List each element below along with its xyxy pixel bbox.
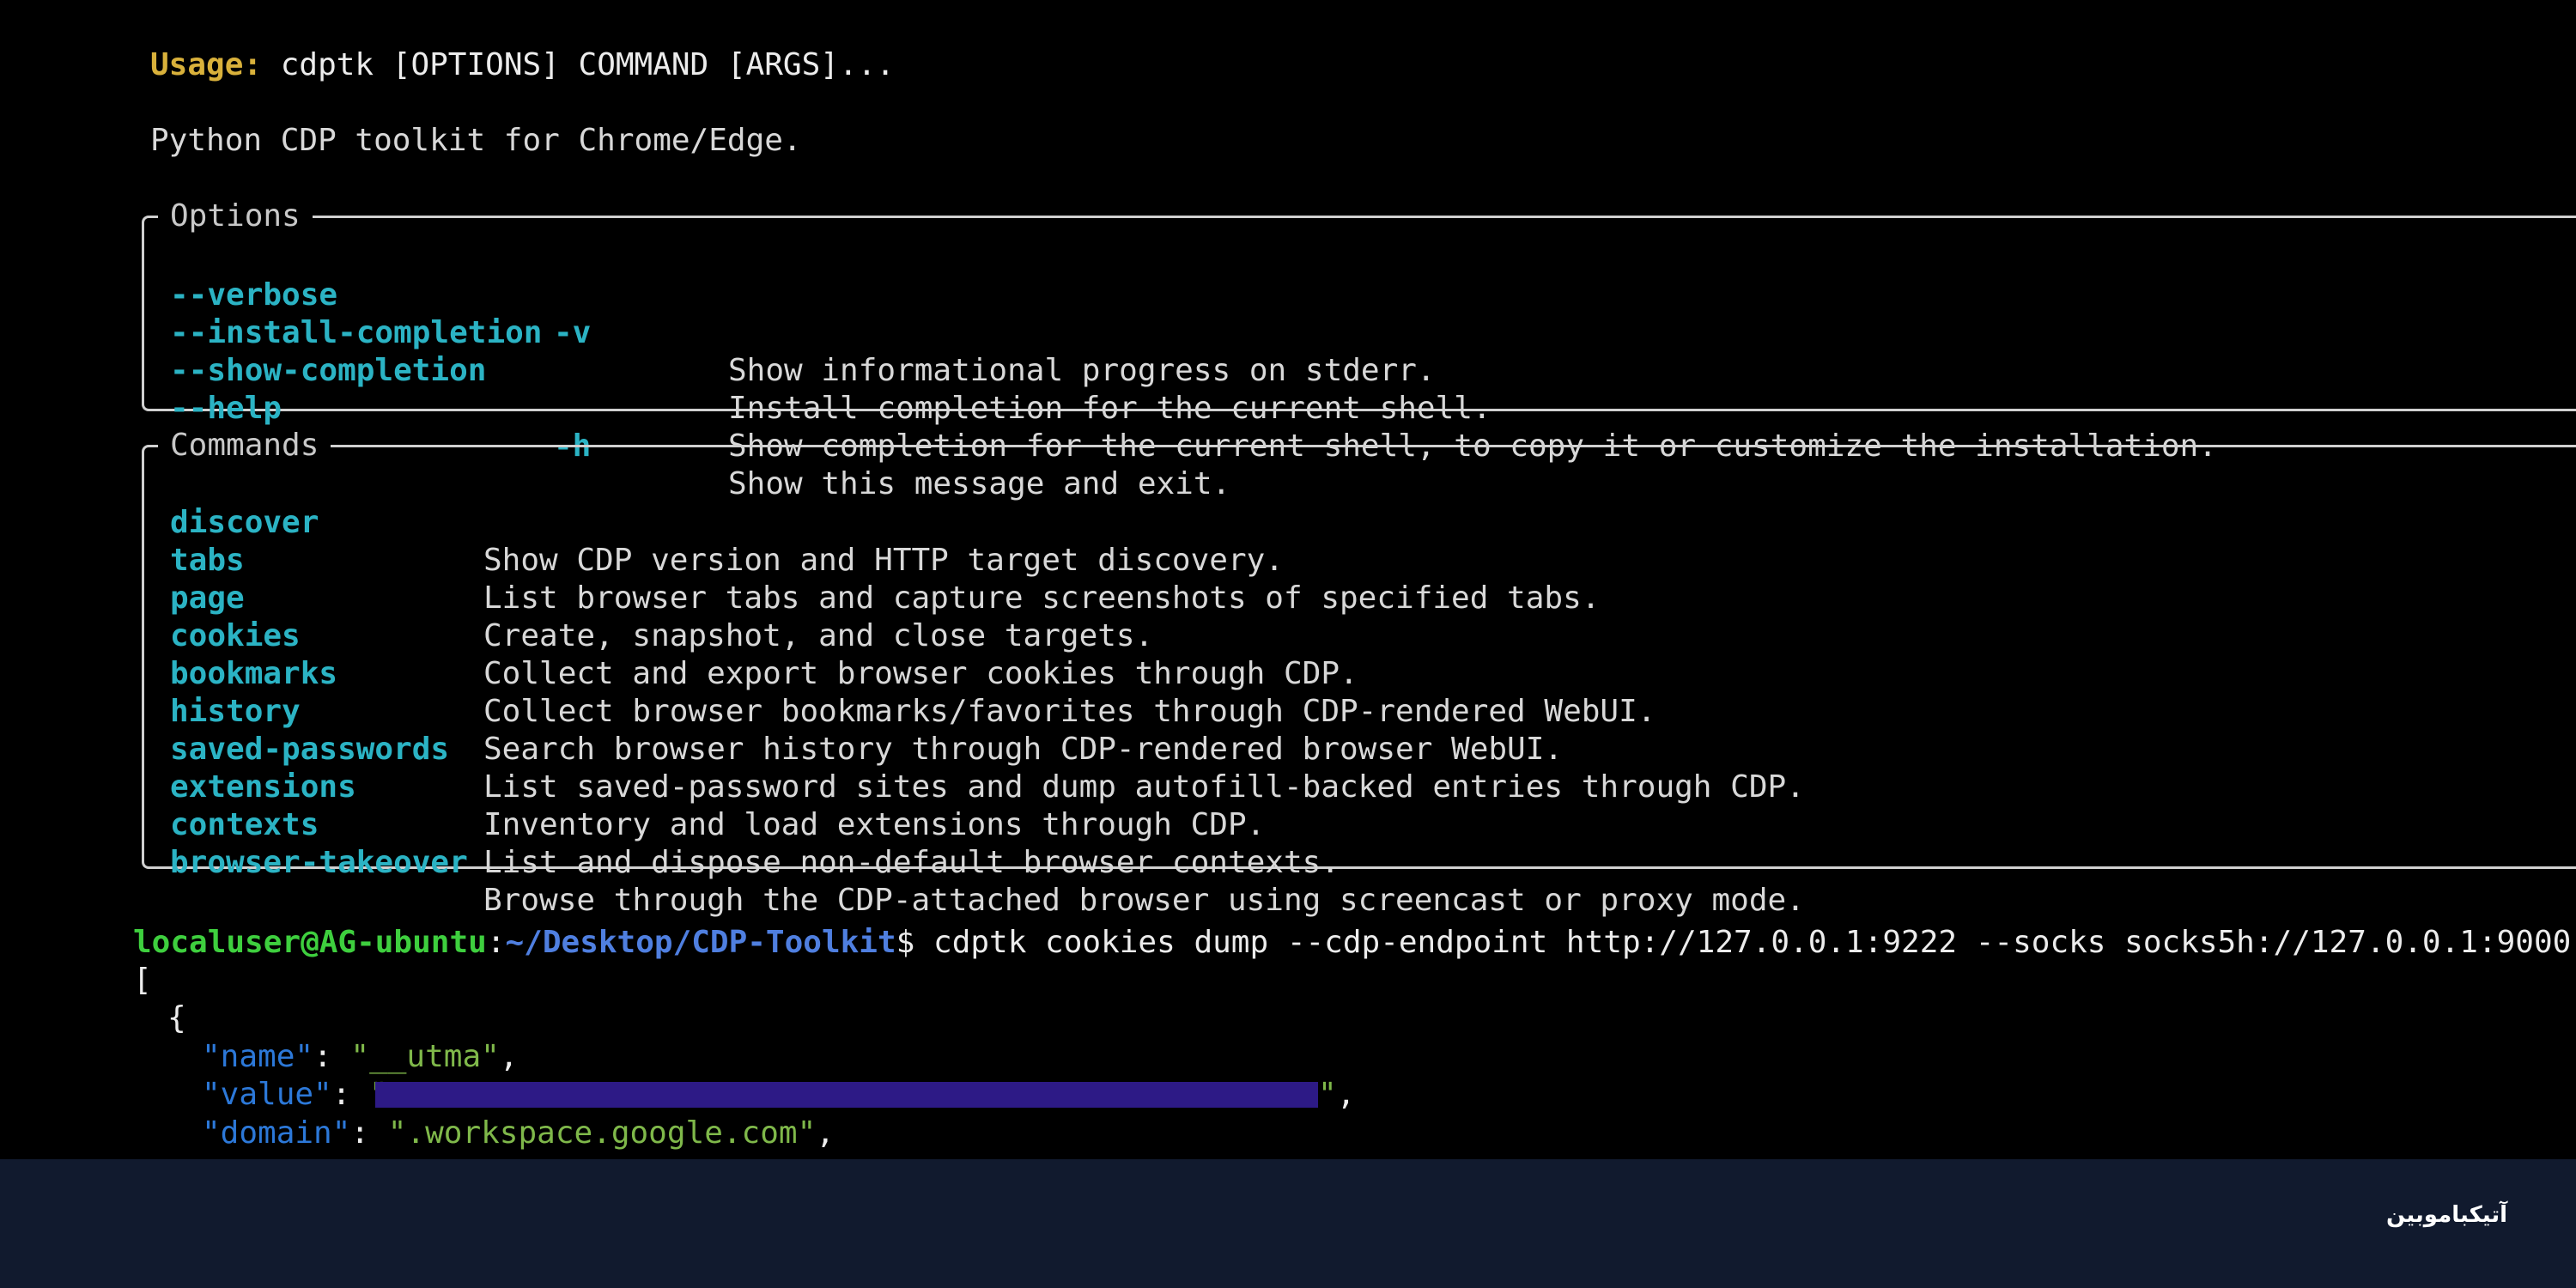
json-value-line-end: ", bbox=[1318, 1076, 1355, 1114]
option-desc: Show informational progress on stderr. bbox=[728, 353, 1436, 388]
json-colon: : bbox=[313, 1039, 351, 1074]
usage-text: cdptk [OPTIONS] COMMAND [ARGS]... bbox=[280, 47, 895, 82]
clipped-previous-line: ▔▔▔ ▔▔▔▔▔▔▔▔ ▔▔▔▔▔▔▔▔ ▔▔▔ ▔▔▔ bbox=[142, 0, 682, 12]
prompt-command: cdptk cookies dump --cdp-endpoint http:/… bbox=[914, 925, 2572, 960]
prompt-path: ~/Desktop/CDP-Toolkit bbox=[505, 925, 896, 960]
json-open-brace: { bbox=[167, 1000, 186, 1036]
command-desc: Create, snapshot, and close targets. bbox=[483, 618, 1154, 653]
prompt-user-host: localuser@AG-ubuntu bbox=[133, 925, 487, 960]
tool-description: Python CDP toolkit for Chrome/Edge. bbox=[150, 123, 802, 158]
command-desc: Browse through the CDP-attached browser … bbox=[483, 883, 1805, 918]
options-panel: Options --verbose -v Show informational … bbox=[142, 197, 2576, 501]
command-desc: List saved-password sites and dump autof… bbox=[483, 769, 1805, 805]
prompt-separator: : bbox=[486, 925, 506, 960]
terminal-window[interactable]: ▔▔▔ ▔▔▔▔▔▔▔▔ ▔▔▔▔▔▔▔▔ ▔▔▔ ▔▔▔ Usage: cdp… bbox=[0, 0, 2576, 1159]
json-value-name: "__utma" bbox=[350, 1039, 500, 1074]
json-comma: , bbox=[1336, 1077, 1356, 1112]
prompt-dollar: $ bbox=[896, 925, 915, 960]
shell-prompt-line[interactable]: localuser@AG-ubuntu:~/Desktop/CDP-Toolki… bbox=[133, 924, 2571, 962]
json-domain-line: "domain": ".workspace.google.com", bbox=[202, 1115, 835, 1152]
json-name-line: "name": "__utma", bbox=[202, 1038, 518, 1076]
command-desc: List and dispose non-default browser con… bbox=[483, 845, 1340, 880]
brand-logo-text: آتیکباموبین bbox=[2386, 1202, 2507, 1228]
json-value-line: "value": " bbox=[202, 1076, 388, 1114]
usage-label: Usage: bbox=[150, 47, 263, 82]
json-colon: : bbox=[331, 1077, 370, 1112]
json-comma: , bbox=[816, 1115, 835, 1151]
json-value-close-quote: " bbox=[1318, 1077, 1337, 1112]
option-short: -v bbox=[554, 315, 592, 350]
json-key-domain: "domain" bbox=[202, 1115, 351, 1151]
usage-line: Usage: cdptk [OPTIONS] COMMAND [ARGS]... bbox=[150, 46, 895, 84]
command-desc: Collect browser bookmarks/favorites thro… bbox=[483, 694, 1656, 729]
option-desc: Install completion for the current shell… bbox=[728, 391, 1492, 426]
json-value-domain: ".workspace.google.com" bbox=[387, 1115, 817, 1151]
json-key-name: "name" bbox=[202, 1039, 314, 1074]
command-desc: Collect and export browser cookies throu… bbox=[483, 656, 1358, 691]
json-comma: , bbox=[499, 1039, 519, 1074]
json-key-value: "value" bbox=[202, 1077, 332, 1112]
command-desc: List browser tabs and capture screenshot… bbox=[483, 580, 1601, 616]
option-flag: --help bbox=[170, 391, 283, 426]
json-colon: : bbox=[350, 1115, 388, 1151]
command-desc: Inventory and load extensions through CD… bbox=[483, 807, 1266, 842]
commands-panel-title: Commands bbox=[158, 427, 331, 465]
json-open-bracket: [ bbox=[133, 963, 152, 998]
commands-panel: Commands discover Show CDP version and H… bbox=[142, 427, 2576, 918]
command-desc: Search browser history through CDP-rende… bbox=[483, 732, 1564, 767]
options-panel-title: Options bbox=[158, 197, 313, 235]
footer-bar: آتیکباموبین bbox=[0, 1159, 2576, 1288]
redacted-cookie-value bbox=[375, 1082, 1318, 1108]
command-name: browser-takeover bbox=[170, 845, 468, 880]
command-desc: Show CDP version and HTTP target discove… bbox=[483, 543, 1284, 578]
